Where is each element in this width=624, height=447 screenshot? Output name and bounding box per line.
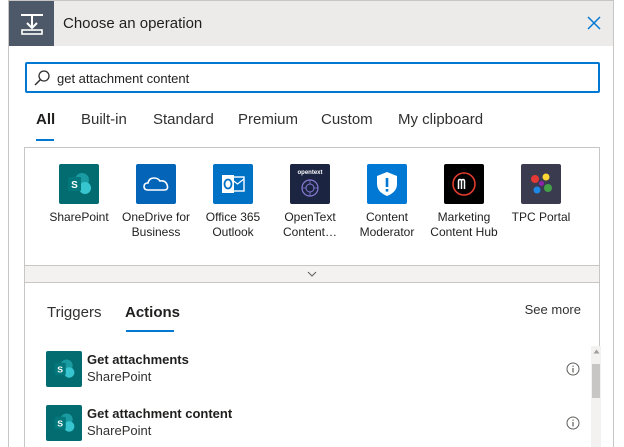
panel-header: Choose an operation <box>9 1 613 46</box>
tpc-portal-icon <box>521 164 561 204</box>
opentext-icon: opentext <box>290 164 330 204</box>
connector-grid: S SharePoint OneDrive for Business Offic… <box>24 147 600 283</box>
list-item[interactable]: S Get attachment content SharePoint <box>25 398 585 447</box>
connector-opentext[interactable]: opentext OpenText Content… <box>270 164 350 240</box>
onedrive-icon <box>136 164 176 204</box>
connector-marketing-content-hub[interactable]: Marketing Content Hub <box>424 164 504 240</box>
tab-custom[interactable]: Custom <box>321 111 373 128</box>
tab-actions[interactable]: Actions <box>125 304 180 321</box>
connector-name: OpenText Content… <box>282 210 338 239</box>
connector-name: Office 365 Outlook <box>205 210 261 239</box>
connector-name: SharePoint <box>49 210 109 224</box>
sharepoint-icon: S <box>46 405 82 441</box>
info-icon[interactable] <box>566 362 580 376</box>
tab-all[interactable]: All <box>36 111 55 128</box>
tab-premium[interactable]: Premium <box>238 111 298 128</box>
scroll-thumb[interactable] <box>592 364 600 398</box>
connector-name: Marketing Content Hub <box>430 210 498 239</box>
close-button[interactable] <box>583 12 605 34</box>
action-connector: SharePoint <box>87 423 152 438</box>
shield-icon <box>367 164 407 204</box>
connector-name: OneDrive for Business <box>121 210 191 239</box>
svg-text:S: S <box>57 418 63 428</box>
subtab-active-indicator <box>126 330 174 332</box>
action-title: Get attachment content <box>87 406 233 421</box>
scroll-up-button[interactable] <box>591 346 601 356</box>
opentext-logo-text: opentext <box>297 170 323 176</box>
connector-name: TPC Portal <box>511 210 571 224</box>
expand-connectors-button[interactable] <box>24 265 600 283</box>
connector-content-moderator[interactable]: Content Moderator <box>347 164 427 240</box>
info-icon[interactable] <box>566 416 580 430</box>
search-box <box>25 62 600 93</box>
tab-active-indicator <box>36 139 54 141</box>
panel-title: Choose an operation <box>63 15 203 32</box>
see-more-link[interactable]: See more <box>525 302 581 317</box>
sharepoint-icon: S <box>59 164 99 204</box>
svg-text:S: S <box>71 180 78 191</box>
tab-triggers[interactable]: Triggers <box>47 304 101 321</box>
outlook-icon <box>213 164 253 204</box>
search-input[interactable] <box>57 68 587 88</box>
tab-built-in[interactable]: Built-in <box>81 111 127 128</box>
results-panel: Triggers Actions See more S Get attachme… <box>24 283 601 447</box>
connector-outlook[interactable]: Office 365 Outlook <box>193 164 273 240</box>
connector-onedrive[interactable]: OneDrive for Business <box>116 164 196 240</box>
operation-panel: Choose an operation All Built-in Standar… <box>8 0 614 447</box>
action-title: Get attachments <box>87 352 189 367</box>
connector-tpc-portal[interactable]: TPC Portal <box>501 164 581 225</box>
action-list: S Get attachments SharePoint S Get attac… <box>25 344 599 447</box>
chevron-up-icon <box>593 349 599 353</box>
close-icon <box>587 16 601 30</box>
scrollbar[interactable] <box>591 346 601 447</box>
svg-text:S: S <box>57 364 63 374</box>
list-item[interactable]: S Get attachments SharePoint <box>25 344 585 398</box>
action-connector: SharePoint <box>87 369 152 384</box>
connector-name: Content Moderator <box>359 210 415 239</box>
connector-sharepoint[interactable]: S SharePoint <box>39 164 119 225</box>
search-icon <box>34 70 50 86</box>
marketing-hub-icon <box>444 164 484 204</box>
operation-icon <box>9 1 54 46</box>
tab-standard[interactable]: Standard <box>153 111 214 128</box>
sharepoint-icon: S <box>46 351 82 387</box>
tab-my-clipboard[interactable]: My clipboard <box>398 111 483 128</box>
chevron-down-icon <box>307 271 317 277</box>
